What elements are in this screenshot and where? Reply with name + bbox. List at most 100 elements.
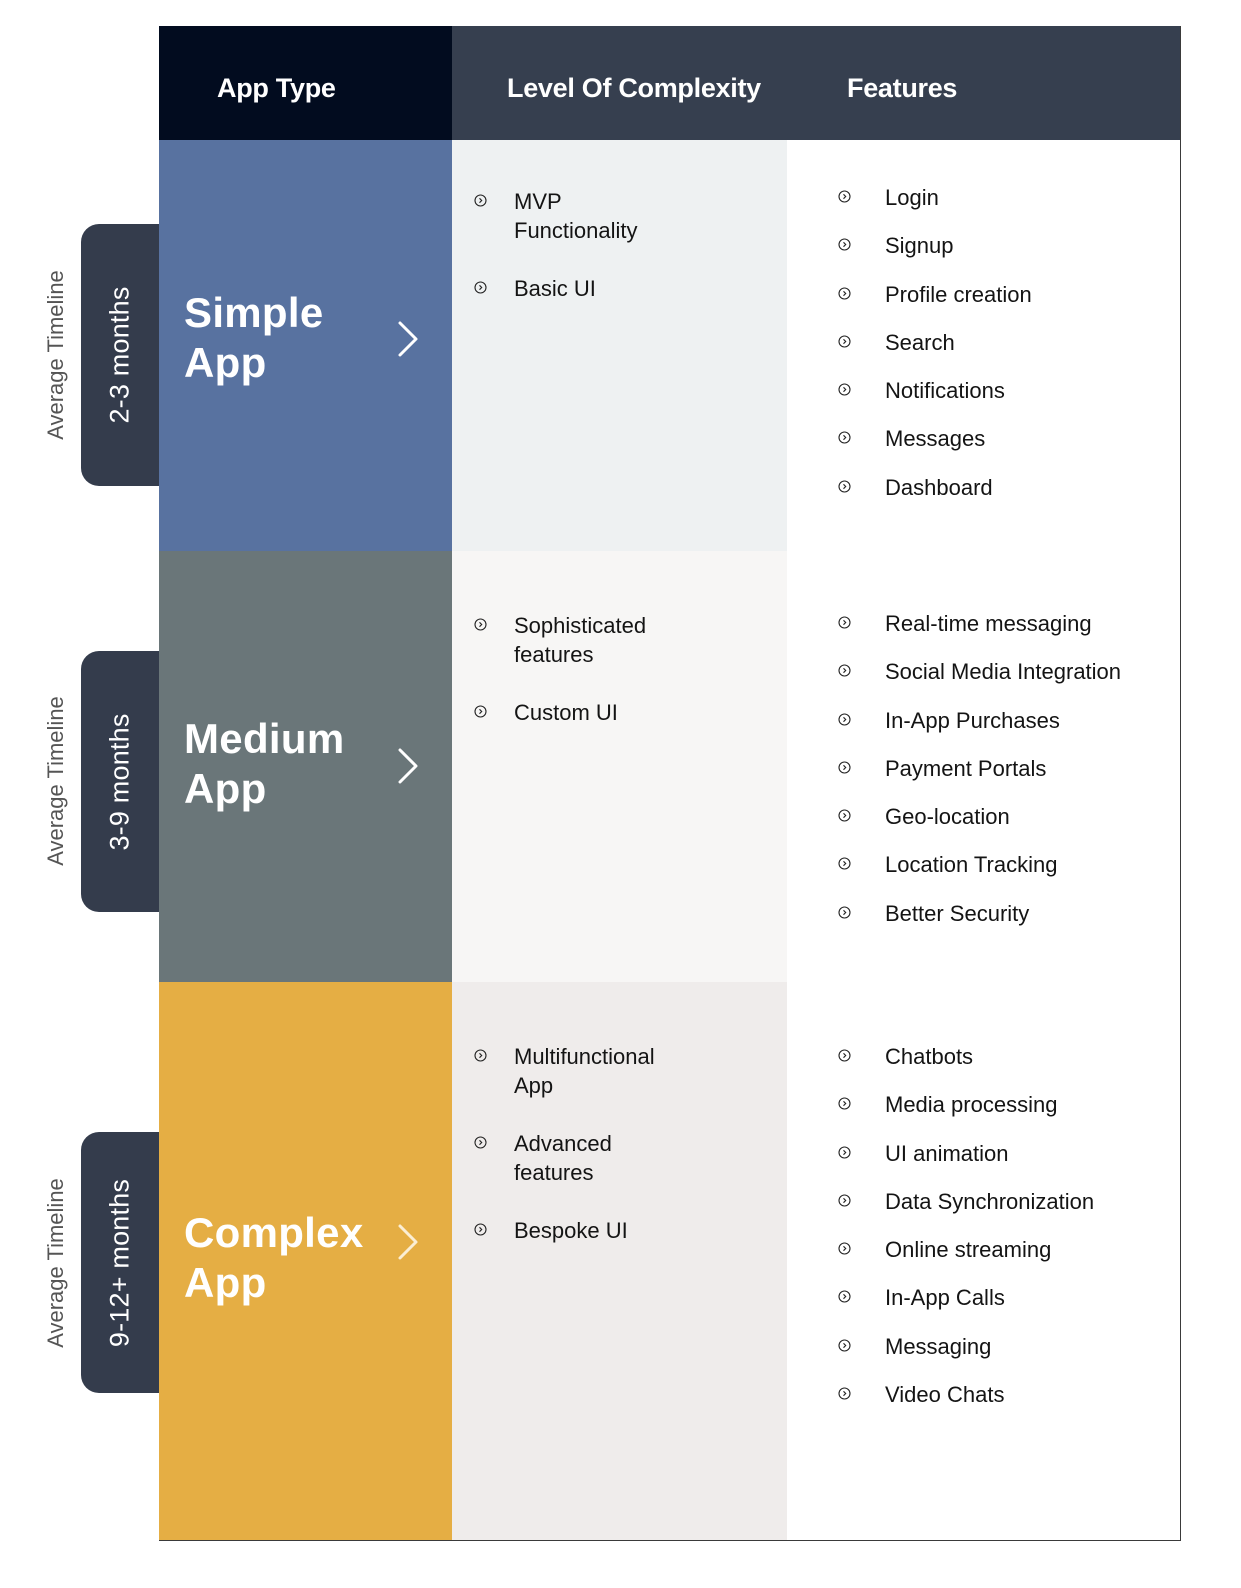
circle-chevron-right-icon	[838, 857, 851, 871]
row-medium-app: Medium App Sophisticated features Custom …	[159, 551, 1180, 982]
list-item: Advanced features	[452, 1129, 684, 1187]
header-level-of-complexity: Level Of Complexity	[507, 73, 761, 103]
list-item-label: Signup	[885, 233, 954, 259]
average-timeline-label-complex: Average Timeline	[43, 1178, 68, 1348]
timeline-tab-medium: 3-9 months	[81, 651, 159, 912]
app-title-line2: App	[184, 1259, 267, 1306]
circle-chevron-right-icon	[838, 809, 851, 822]
list-item: Multifunctional App	[452, 1042, 684, 1100]
list-item: Signup	[787, 231, 1032, 260]
list-item-label: Messages	[885, 426, 986, 452]
list-item: Messages	[787, 424, 1032, 453]
list-item: Online streaming	[787, 1235, 1094, 1264]
row-complex-app: Complex App Multifunctional App Advanced …	[159, 982, 1180, 1540]
list-item-label: MVP Functionality	[514, 189, 638, 243]
app-title-line1: Complex	[184, 1209, 364, 1256]
app-title-complex: Complex App	[184, 1208, 363, 1308]
list-item: Sophisticated features	[452, 611, 684, 669]
list-item: Geo-location	[787, 802, 1121, 831]
row-simple-app: Simple App MVP Functionality Basic UI Log…	[159, 140, 1180, 551]
complexity-cell-simple: MVP Functionality Basic UI	[452, 140, 787, 551]
list-item-label: Real-time messaging	[885, 611, 1092, 636]
list-item-label: Payment Portals	[885, 755, 1047, 781]
list-item-label: Online streaming	[885, 1237, 1052, 1263]
list-item-label: Multifunctional App	[514, 1044, 655, 1098]
circle-chevron-right-icon	[838, 906, 851, 919]
app-title-line2: App	[184, 765, 267, 812]
list-item-label: Messaging	[885, 1333, 992, 1359]
list-item: MVP Functionality	[452, 187, 684, 245]
circle-chevron-right-icon	[838, 1194, 851, 1207]
circle-chevron-right-icon	[838, 761, 851, 774]
list-item: In-App Calls	[787, 1283, 1094, 1312]
list-item-label: Video Chats	[885, 1382, 1005, 1408]
list-item-label: Chatbots	[885, 1044, 974, 1069]
list-item: Bespoke UI	[452, 1216, 684, 1245]
circle-chevron-right-icon	[838, 287, 851, 300]
chevron-right-icon	[398, 321, 418, 357]
circle-chevron-right-icon	[838, 238, 851, 251]
list-item-label: Dashboard	[885, 474, 993, 500]
chevron-right-icon	[398, 1224, 418, 1260]
app-type-cell-complex: Complex App	[159, 982, 452, 1540]
circle-chevron-right-icon	[474, 281, 487, 294]
complexity-cell-complex: Multifunctional App Advanced features Besp…	[452, 982, 787, 1540]
features-list: Real-time messaging Social Media Integrat…	[787, 609, 1121, 947]
list-item: Video Chats	[787, 1380, 1094, 1409]
app-type-cell-medium: Medium App	[159, 551, 452, 982]
features-cell-medium: Real-time messaging Social Media Integrat…	[787, 551, 1180, 982]
header-features: Features	[847, 73, 958, 103]
complexity-list: Sophisticated features Custom UI	[452, 611, 684, 756]
header-app-type: App Type	[217, 73, 336, 103]
timeline-value-medium: 3-9 months	[104, 712, 135, 851]
list-item: Payment Portals	[787, 754, 1121, 783]
circle-chevron-right-icon	[838, 1290, 851, 1304]
app-title-line1: Medium	[184, 715, 345, 762]
circle-chevron-right-icon	[838, 480, 851, 493]
list-item-label: In-App Purchases	[885, 707, 1060, 733]
list-item: Profile creation	[787, 280, 1032, 309]
timeline-value-simple: 2-3 months	[104, 286, 135, 424]
list-item: Login	[787, 183, 1032, 212]
circle-chevron-right-icon	[838, 190, 851, 203]
app-title-line1: Simple	[184, 289, 324, 336]
list-item: Basic UI	[452, 274, 684, 303]
circle-chevron-right-icon	[474, 618, 487, 631]
timeline-value-complex: 9-12+ months	[104, 1178, 135, 1347]
average-timeline-label-simple: Average Timeline	[43, 270, 68, 440]
average-timeline-label-medium: Average Timeline	[43, 696, 68, 866]
list-item-label: Basic UI	[514, 276, 596, 301]
list-item: Chatbots	[787, 1042, 1094, 1071]
list-item-label: Data Synchronization	[885, 1188, 1095, 1214]
app-title-medium: Medium App	[184, 714, 344, 814]
app-comparison-table: App Type Level Of Complexity Features Si…	[159, 26, 1181, 1541]
list-item: Media processing	[787, 1090, 1094, 1119]
features-cell-simple: Login Signup Profile creation Search Notific…	[787, 140, 1180, 551]
timeline-tab-complex: 9-12+ months	[81, 1132, 159, 1393]
circle-chevron-right-icon	[838, 1049, 851, 1062]
list-item-label: Search	[885, 329, 955, 355]
list-item-label: In-App Calls	[885, 1285, 1005, 1311]
circle-chevron-right-icon	[838, 335, 851, 348]
list-item: Data Synchronization	[787, 1187, 1094, 1216]
list-item-label: Sophisticated features	[514, 613, 647, 667]
circle-chevron-right-icon	[838, 1146, 851, 1159]
circle-chevron-right-icon	[838, 616, 851, 629]
list-item-label: UI animation	[885, 1140, 1009, 1166]
list-item-label: Social Media Integration	[885, 659, 1122, 685]
table-header: App Type Level Of Complexity Features	[159, 26, 1180, 140]
list-item: Social Media Integration	[787, 657, 1121, 686]
app-title-simple: Simple App	[184, 288, 324, 388]
app-type-cell-simple: Simple App	[159, 140, 452, 551]
list-item: Custom UI	[452, 698, 684, 727]
circle-chevron-right-icon	[474, 194, 487, 207]
list-item-label: Better Security	[885, 900, 1030, 926]
circle-chevron-right-icon	[838, 664, 851, 677]
circle-chevron-right-icon	[838, 431, 851, 445]
list-item-label: Media processing	[885, 1092, 1058, 1118]
features-list: Login Signup Profile creation Search Notific…	[787, 183, 1032, 521]
complexity-cell-medium: Sophisticated features Custom UI	[452, 551, 787, 982]
list-item: Better Security	[787, 899, 1121, 928]
circle-chevron-right-icon	[474, 1136, 487, 1149]
list-item-label: Login	[885, 185, 939, 210]
